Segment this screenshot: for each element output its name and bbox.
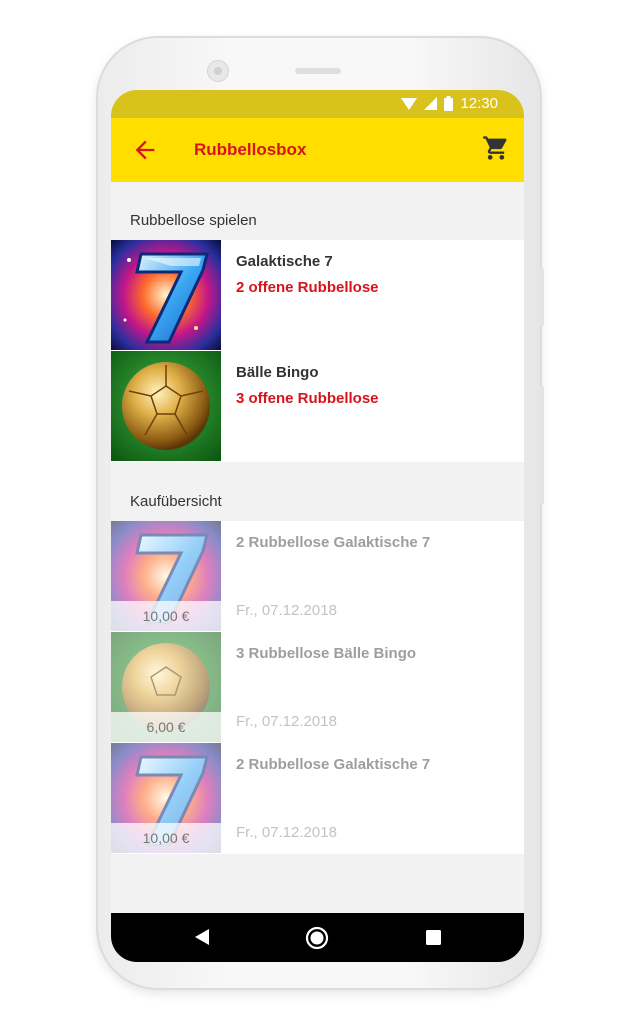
back-button[interactable] xyxy=(131,136,159,164)
section-header-play: Rubbellose spielen xyxy=(130,212,257,229)
galaktische-7-thumbnail: 10,00 € xyxy=(111,521,221,631)
item-name: Galaktische 7 xyxy=(236,253,333,270)
status-time: 12:30 xyxy=(460,95,498,112)
purchase-item[interactable]: 10,00 € 2 Rubbellose Galaktische 7 Fr., … xyxy=(111,743,524,854)
wifi-icon xyxy=(401,97,418,110)
app-bar: Rubbellosbox xyxy=(111,118,524,182)
purchase-item[interactable]: 10,00 € 2 Rubbellose Galaktische 7 Fr., … xyxy=(111,521,524,632)
purchase-list: 10,00 € 2 Rubbellose Galaktische 7 Fr., … xyxy=(111,521,524,854)
purchase-title: 2 Rubbellose Galaktische 7 xyxy=(236,756,431,773)
earpiece-speaker xyxy=(295,68,341,74)
nav-home-icon[interactable] xyxy=(305,926,329,950)
play-list: Galaktische 7 2 offene Rubbellose Bälle … xyxy=(111,240,524,462)
purchase-item[interactable]: 6,00 € 3 Rubbellose Bälle Bingo Fr., 07.… xyxy=(111,632,524,743)
purchase-title: 3 Rubbellose Bälle Bingo xyxy=(236,645,417,662)
galaktische-7-thumbnail xyxy=(111,240,221,350)
purchase-date: Fr., 07.12.2018 xyxy=(236,824,337,841)
galaktische-7-thumbnail: 10,00 € xyxy=(111,743,221,853)
cart-icon xyxy=(483,136,507,160)
price-label: 10,00 € xyxy=(111,601,221,631)
list-item[interactable]: Galaktische 7 2 offene Rubbellose xyxy=(111,240,524,351)
open-count: 2 offene Rubbellose xyxy=(236,279,379,296)
section-header-purchases: Kaufübersicht xyxy=(130,493,222,510)
price-label: 10,00 € xyxy=(111,823,221,853)
side-button-upper xyxy=(540,268,544,326)
nav-back-icon[interactable] xyxy=(194,928,210,946)
list-item[interactable]: Bälle Bingo 3 offene Rubbellose xyxy=(111,351,524,462)
front-camera xyxy=(207,60,229,82)
battery-icon xyxy=(444,96,454,111)
price-label: 6,00 € xyxy=(111,712,221,742)
nav-recents-icon[interactable] xyxy=(426,930,441,945)
open-count: 3 offene Rubbellose xyxy=(236,390,379,407)
back-arrow-icon xyxy=(135,140,155,160)
baelle-bingo-thumbnail xyxy=(111,351,221,461)
status-bar: 12:30 xyxy=(111,90,524,118)
cart-button[interactable] xyxy=(482,134,510,162)
system-nav-bar xyxy=(111,913,524,962)
purchase-date: Fr., 07.12.2018 xyxy=(236,713,337,730)
signal-icon xyxy=(424,97,438,110)
side-button-lower xyxy=(540,386,544,504)
baelle-bingo-thumbnail: 6,00 € xyxy=(111,632,221,742)
page-title: Rubbellosbox xyxy=(194,140,307,159)
item-name: Bälle Bingo xyxy=(236,364,319,381)
purchase-date: Fr., 07.12.2018 xyxy=(236,602,337,619)
screen: 12:30 Rubbellosbox Rubbellose spielen Ga… xyxy=(111,90,524,962)
purchase-title: 2 Rubbellose Galaktische 7 xyxy=(236,534,431,551)
